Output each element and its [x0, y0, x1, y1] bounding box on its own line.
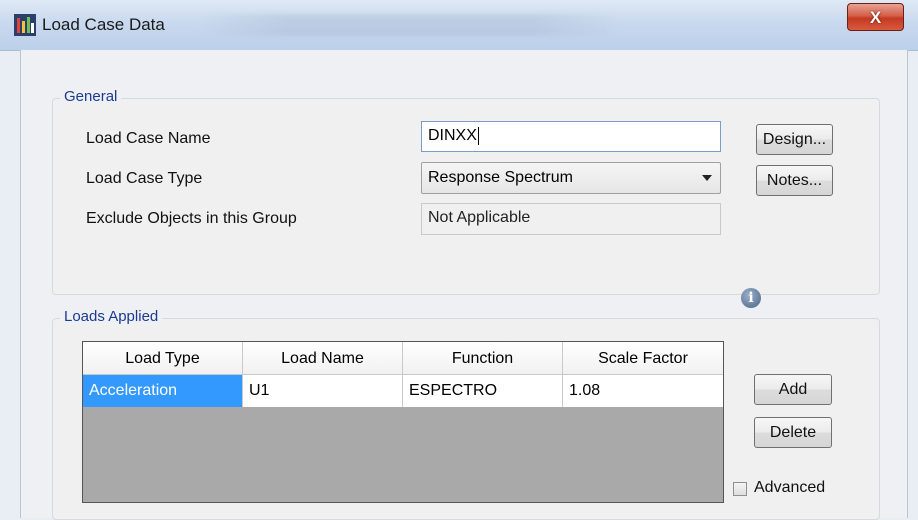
- column-header-load-name[interactable]: Load Name: [243, 342, 403, 375]
- exclude-objects-label: Exclude Objects in this Group: [86, 210, 297, 227]
- load-case-name-value: DINXX: [428, 127, 477, 144]
- column-header-function[interactable]: Function: [403, 342, 563, 375]
- add-button[interactable]: Add: [754, 374, 832, 405]
- text-caret: [477, 126, 479, 145]
- general-group-legend: General: [60, 88, 122, 105]
- table-cell-load-name[interactable]: U1: [243, 375, 403, 407]
- design-button[interactable]: Design...: [756, 124, 833, 155]
- table-cell-function[interactable]: ESPECTRO: [403, 375, 563, 407]
- column-header-load-type[interactable]: Load Type: [83, 342, 243, 375]
- blurred-menu-region: [200, 14, 620, 36]
- notes-button[interactable]: Notes...: [756, 165, 833, 196]
- window-title: Load Case Data: [42, 15, 165, 34]
- title-bar: Load Case Data X: [0, 0, 918, 51]
- advanced-checkbox[interactable]: [733, 482, 747, 496]
- info-icon[interactable]: i: [741, 288, 761, 308]
- load-case-name-label: Load Case Name: [86, 130, 211, 147]
- close-button[interactable]: X: [847, 3, 904, 31]
- load-case-type-dropdown[interactable]: Response Spectrum: [421, 162, 721, 194]
- delete-button[interactable]: Delete: [754, 417, 832, 448]
- app-icon: [14, 14, 36, 36]
- loads-table[interactable]: Load Type Load Name Function Scale Facto…: [82, 341, 724, 503]
- table-cell-scale-factor[interactable]: 1.08: [563, 375, 723, 407]
- exclude-objects-field: Not Applicable: [421, 203, 721, 235]
- table-cell-load-type[interactable]: Acceleration: [83, 375, 243, 407]
- load-case-type-value: Response Spectrum: [428, 169, 573, 186]
- load-case-type-label: Load Case Type: [86, 170, 203, 187]
- loads-applied-legend: Loads Applied: [60, 308, 163, 325]
- load-case-name-input[interactable]: DINXX: [421, 121, 721, 152]
- column-header-scale-factor[interactable]: Scale Factor: [563, 342, 723, 375]
- chevron-down-icon: [702, 175, 712, 181]
- advanced-label[interactable]: Advanced: [754, 479, 825, 497]
